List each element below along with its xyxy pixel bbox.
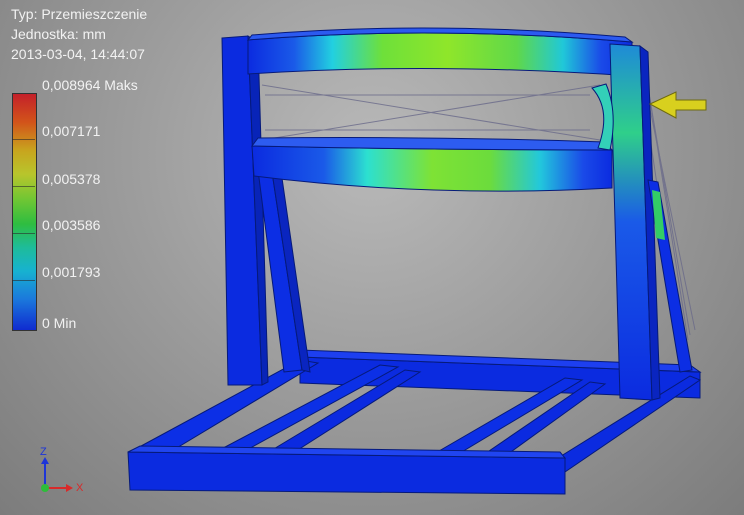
model-viewport[interactable] [0,0,744,515]
top-beam[interactable] [246,27,634,77]
base-frame[interactable] [127,349,702,495]
left-upright[interactable] [221,35,311,386]
x-axis-label: X [76,482,84,494]
axis-triad: Z X [30,446,90,498]
middle-beam[interactable] [251,137,614,192]
load-arrow-icon[interactable] [648,91,707,119]
right-upright[interactable] [591,43,693,401]
z-axis-label: Z [40,446,47,458]
